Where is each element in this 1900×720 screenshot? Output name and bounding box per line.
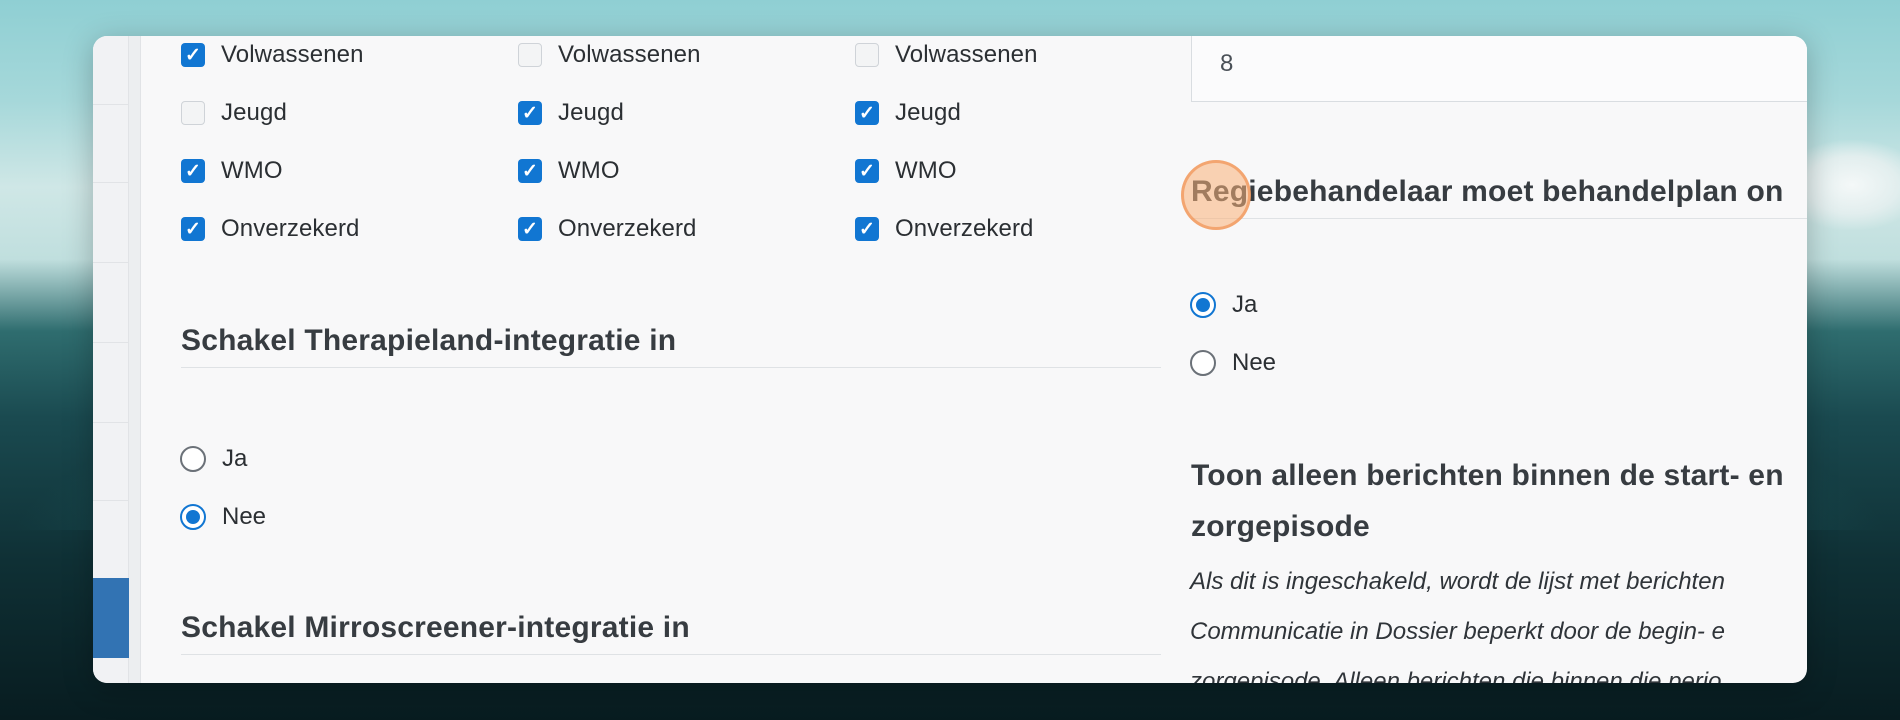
sidebar-divider	[93, 500, 129, 501]
checkbox-box[interactable]: ✓	[518, 101, 542, 125]
checkbox-jeugd-col3[interactable]: ✓ Jeugd	[855, 98, 961, 128]
checkbox-label: Volwassenen	[558, 41, 701, 68]
click-indicator	[1181, 160, 1251, 230]
sidebar-divider	[93, 342, 129, 343]
sidebar-divider	[93, 104, 129, 105]
check-icon: ✓	[185, 218, 201, 240]
checkbox-onverzekerd-col1[interactable]: ✓ Onverzekerd	[181, 214, 360, 244]
mirroscreener-section-title: Schakel Mirroscreener-integratie in	[181, 611, 690, 644]
check-icon: ✓	[859, 160, 875, 182]
checkbox-box[interactable]	[181, 101, 205, 125]
checkbox-wmo-col2[interactable]: ✓ WMO	[518, 156, 620, 186]
sidebar-gutter	[129, 36, 141, 683]
berichten-section-title: Toon alleen berichten binnen de start- e…	[1191, 459, 1784, 492]
checkbox-wmo-col1[interactable]: ✓ WMO	[181, 156, 283, 186]
regiebehandelaar-section-title: Regiebehandelaar moet behandelplan on	[1191, 175, 1784, 208]
checkbox-label: WMO	[558, 157, 620, 184]
checkbox-box[interactable]	[518, 43, 542, 67]
checkbox-label: Jeugd	[895, 99, 961, 126]
checkbox-box[interactable]: ✓	[518, 159, 542, 183]
checkbox-box[interactable]: ✓	[518, 217, 542, 241]
number-input[interactable]: 8	[1191, 36, 1807, 102]
sidebar	[93, 36, 129, 683]
checkbox-jeugd-col1[interactable]: Jeugd	[181, 98, 287, 128]
berichten-description: zorgepisode. Alleen berichten die binnen…	[1190, 668, 1722, 683]
checkbox-box[interactable]: ✓	[181, 43, 205, 67]
checkbox-label: Onverzekerd	[895, 215, 1034, 242]
check-icon: ✓	[859, 102, 875, 124]
checkbox-volwassenen-col3[interactable]: Volwassenen	[855, 40, 1038, 70]
radio-button[interactable]	[1190, 292, 1216, 318]
berichten-section-title-cont: zorgepisode	[1191, 510, 1370, 543]
therapieland-radio-ja[interactable]: Ja	[180, 444, 247, 474]
checkbox-label: Jeugd	[558, 99, 624, 126]
checkbox-onverzekerd-col3[interactable]: ✓ Onverzekerd	[855, 214, 1034, 244]
check-icon: ✓	[522, 102, 538, 124]
sidebar-item-active[interactable]	[93, 578, 129, 658]
radio-label: Nee	[1232, 349, 1277, 376]
regiebehandelaar-radio-nee[interactable]: Nee	[1190, 348, 1276, 378]
check-icon: ✓	[185, 44, 201, 66]
checkbox-box[interactable]: ✓	[181, 159, 205, 183]
sidebar-divider	[93, 422, 129, 423]
checkbox-label: WMO	[221, 157, 283, 184]
radio-label: Ja	[222, 445, 248, 472]
check-icon: ✓	[859, 218, 875, 240]
radio-label: Nee	[222, 503, 267, 530]
checkbox-box[interactable]: ✓	[855, 101, 879, 125]
check-icon: ✓	[522, 160, 538, 182]
section-divider	[181, 367, 1161, 368]
berichten-description: Als dit is ingeschakeld, wordt de lijst …	[1190, 568, 1725, 595]
checkbox-box[interactable]: ✓	[181, 217, 205, 241]
checkbox-jeugd-col2[interactable]: ✓ Jeugd	[518, 98, 624, 128]
checkbox-box[interactable]	[855, 43, 879, 67]
checkbox-volwassenen-col2[interactable]: Volwassenen	[518, 40, 701, 70]
check-icon: ✓	[185, 160, 201, 182]
check-icon: ✓	[522, 218, 538, 240]
checkbox-label: Onverzekerd	[221, 215, 360, 242]
checkbox-label: Volwassenen	[895, 41, 1038, 68]
regiebehandelaar-radio-ja[interactable]: Ja	[1190, 290, 1257, 320]
checkbox-label: Onverzekerd	[558, 215, 697, 242]
checkbox-label: Volwassenen	[221, 41, 364, 68]
sidebar-divider	[93, 262, 129, 263]
sidebar-divider	[93, 182, 129, 183]
checkbox-volwassenen-col1[interactable]: ✓ Volwassenen	[181, 40, 364, 70]
section-divider	[1191, 218, 1807, 219]
radio-label: Ja	[1232, 291, 1258, 318]
checkbox-label: Jeugd	[221, 99, 287, 126]
checkbox-wmo-col3[interactable]: ✓ WMO	[855, 156, 957, 186]
radio-button[interactable]	[1190, 350, 1216, 376]
therapieland-radio-nee[interactable]: Nee	[180, 502, 266, 532]
settings-window: ✓ Volwassenen Jeugd ✓ WMO ✓ Onverzekerd …	[93, 36, 1807, 683]
checkbox-box[interactable]: ✓	[855, 159, 879, 183]
checkbox-label: WMO	[895, 157, 957, 184]
checkbox-box[interactable]: ✓	[855, 217, 879, 241]
checkbox-onverzekerd-col2[interactable]: ✓ Onverzekerd	[518, 214, 697, 244]
berichten-description: Communicatie in Dossier beperkt door de …	[1190, 618, 1725, 645]
radio-button[interactable]	[180, 446, 206, 472]
section-divider	[181, 654, 1161, 655]
therapieland-section-title: Schakel Therapieland-integratie in	[181, 324, 677, 357]
radio-button[interactable]	[180, 504, 206, 530]
